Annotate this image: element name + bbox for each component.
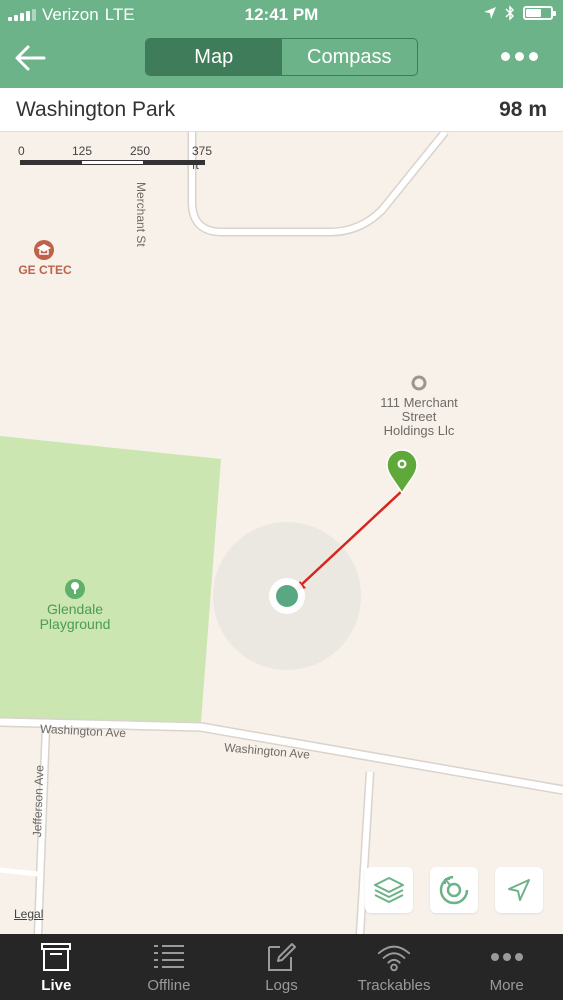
map-canvas [0, 132, 563, 934]
tab-more-label: More [489, 977, 524, 994]
distance-value: 98 m [499, 98, 547, 121]
scale-label-2: 250 [130, 144, 151, 158]
status-icons [483, 5, 556, 21]
tab-compass[interactable]: Compass [282, 39, 418, 75]
street-label-merchant: Merchant St [134, 182, 148, 247]
battery-level [526, 9, 541, 17]
tab-live-label: Live [41, 977, 72, 994]
park-area [0, 436, 221, 722]
user-location-dot [276, 585, 298, 607]
geocache-pin [386, 449, 418, 495]
locate-button[interactable] [495, 867, 543, 913]
back-button[interactable] [12, 41, 48, 75]
scale-label-3: 375 ft [192, 144, 213, 172]
tab-offline-label: Offline [147, 977, 191, 994]
status-time: 12:41 PM [244, 5, 319, 24]
tab-more[interactable]: More [450, 934, 563, 1000]
side-road [0, 867, 39, 877]
location-arrow-icon [508, 879, 530, 901]
geocache-title: Washington Park [16, 98, 176, 121]
radar-icon [439, 875, 469, 905]
more-options-button[interactable] [501, 48, 541, 64]
park-poi-label: Glendale Playground [39, 601, 111, 632]
scale-bar [20, 160, 205, 165]
tab-logs-label: Logs [265, 977, 298, 994]
list-icon [151, 940, 187, 974]
bluetooth-icon [505, 5, 515, 21]
tab-map[interactable]: Map [146, 39, 282, 75]
scale-label-1: 125 [72, 144, 93, 158]
battery-icon [523, 6, 556, 20]
street-label-jefferson: Jefferson Ave [30, 764, 47, 838]
business-poi-label: 111 Merchant Street Holdings Llc [380, 395, 458, 438]
location-services-icon [484, 7, 496, 19]
radar-button[interactable] [430, 867, 478, 913]
tab-offline[interactable]: Offline [113, 934, 226, 1000]
school-poi-label: GE CTEC [18, 263, 72, 277]
business-poi-icon [411, 375, 427, 391]
wifi-icon [376, 940, 412, 974]
layers-button[interactable] [365, 867, 413, 913]
view-switcher: Map Compass [145, 38, 418, 76]
nav-bar: Map Compass [0, 30, 563, 88]
more-icon [489, 940, 525, 974]
legal-link[interactable]: Legal [14, 907, 43, 921]
tab-bar: Live Offline Logs Trackables More [0, 934, 563, 1000]
tab-trackables-label: Trackables [357, 977, 431, 994]
back-arrow-icon [15, 45, 46, 71]
status-bar: Verizon LTE 12:41 PM [0, 0, 563, 30]
tab-logs[interactable]: Logs [225, 934, 338, 1000]
tab-live[interactable]: Live [0, 934, 113, 1000]
map-view[interactable]: 0 125 250 375 ft Merchant St Washington … [0, 132, 563, 934]
layers-icon [374, 877, 404, 903]
edit-icon [263, 940, 299, 974]
scale-label-0: 0 [18, 144, 25, 158]
live-icon [38, 940, 74, 974]
tab-trackables[interactable]: Trackables [338, 934, 451, 1000]
map-scale: 0 125 250 375 ft [18, 144, 220, 174]
geocache-info-bar[interactable]: Washington Park 98 m [0, 88, 563, 132]
